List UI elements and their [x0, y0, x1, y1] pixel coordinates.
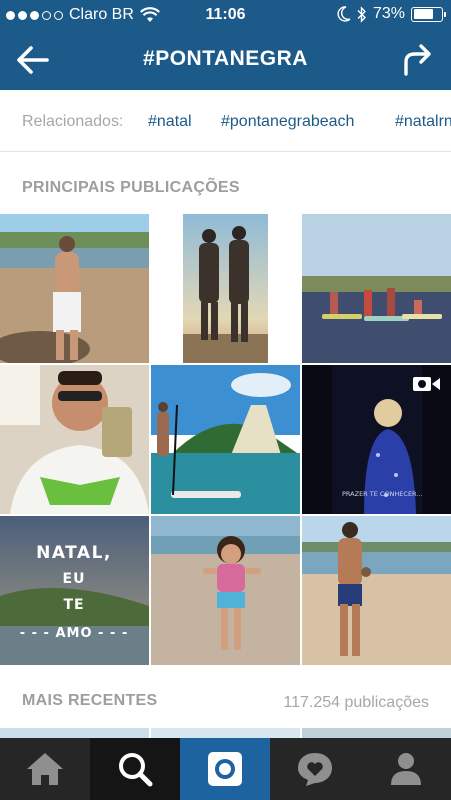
related-tag-natalrn[interactable]: #natalrn [395, 113, 451, 131]
post-thumbnail[interactable] [151, 365, 300, 514]
post-thumbnail[interactable] [0, 365, 149, 514]
man-shore-photo [302, 516, 451, 665]
post-thumbnail[interactable] [0, 214, 149, 363]
tab-activity[interactable] [270, 738, 360, 800]
post-thumbnail[interactable] [302, 728, 451, 738]
natal-text-photo: NATAL, EU TE - - - AMO - - - [0, 516, 149, 665]
search-icon [119, 753, 153, 787]
post-thumbnail[interactable] [302, 516, 451, 665]
camera-icon [208, 752, 242, 786]
girl-beach-photo [151, 516, 300, 665]
selfie-man-photo [0, 365, 149, 514]
concert-singer-photo: PRAZER TE CONHECER... [302, 365, 451, 514]
top-posts-grid: PRAZER TE CONHECER... NATAL, EU TE - - - [0, 214, 451, 665]
couple-sunset-photo [183, 214, 268, 363]
share-arrow-icon[interactable] [401, 42, 433, 76]
page-header: #PONTANEGRA [0, 30, 451, 90]
home-icon [27, 753, 63, 785]
post-thumbnail[interactable]: NATAL, EU TE - - - AMO - - - [0, 516, 149, 665]
caption-line: EU [63, 571, 86, 587]
related-tags-bar: Relacionados: #natal #pontanegrabeach #n… [0, 90, 451, 152]
tab-profile[interactable] [361, 738, 451, 800]
battery-fill [413, 9, 434, 19]
tab-search[interactable] [90, 738, 180, 800]
caption-line: NATAL, [36, 543, 112, 563]
beach-man-photo [0, 214, 149, 363]
dunes-paddle-photo [151, 365, 300, 514]
page-title: #PONTANEGRA [143, 47, 308, 70]
related-tag-natal[interactable]: #natal [148, 113, 192, 131]
post-thumbnail[interactable] [302, 214, 451, 363]
post-thumbnail[interactable]: PRAZER TE CONHECER... [302, 365, 451, 514]
recent-post-count: 117.254 publicações [283, 694, 429, 711]
post-thumbnail[interactable] [0, 728, 149, 738]
related-label: Relacionados: [22, 113, 124, 130]
do-not-disturb-moon-icon [337, 6, 351, 22]
status-right: 73% [337, 5, 446, 23]
post-caption: PRAZER TE CONHECER... [342, 490, 423, 498]
post-thumbnail[interactable] [151, 728, 300, 738]
bluetooth-icon [357, 5, 366, 23]
bottom-tab-bar [0, 738, 451, 800]
caption-line: TE [63, 597, 84, 613]
post-thumbnail[interactable] [151, 516, 300, 665]
related-tag-pontanegrabeach[interactable]: #pontanegrabeach [221, 113, 354, 131]
caption-line: - - - AMO - - - [20, 626, 129, 641]
tab-camera[interactable] [180, 738, 270, 800]
paddle-board-group-photo [302, 214, 451, 363]
activity-heart-icon [298, 753, 332, 786]
recent-title: MAIS RECENTES [22, 692, 158, 709]
tab-home[interactable] [0, 738, 90, 800]
post-thumbnail[interactable] [151, 214, 300, 363]
top-posts-title: PRINCIPAIS PUBLICAÇÕES [22, 179, 240, 196]
top-bar: Claro BR 11:06 73% #PONTANEGRA [0, 0, 451, 90]
battery-icon [411, 6, 446, 22]
battery-percentage: 73% [372, 5, 405, 22]
status-bar: Claro BR 11:06 73% [0, 0, 451, 30]
recent-posts-row [0, 728, 451, 738]
profile-icon [391, 753, 421, 785]
